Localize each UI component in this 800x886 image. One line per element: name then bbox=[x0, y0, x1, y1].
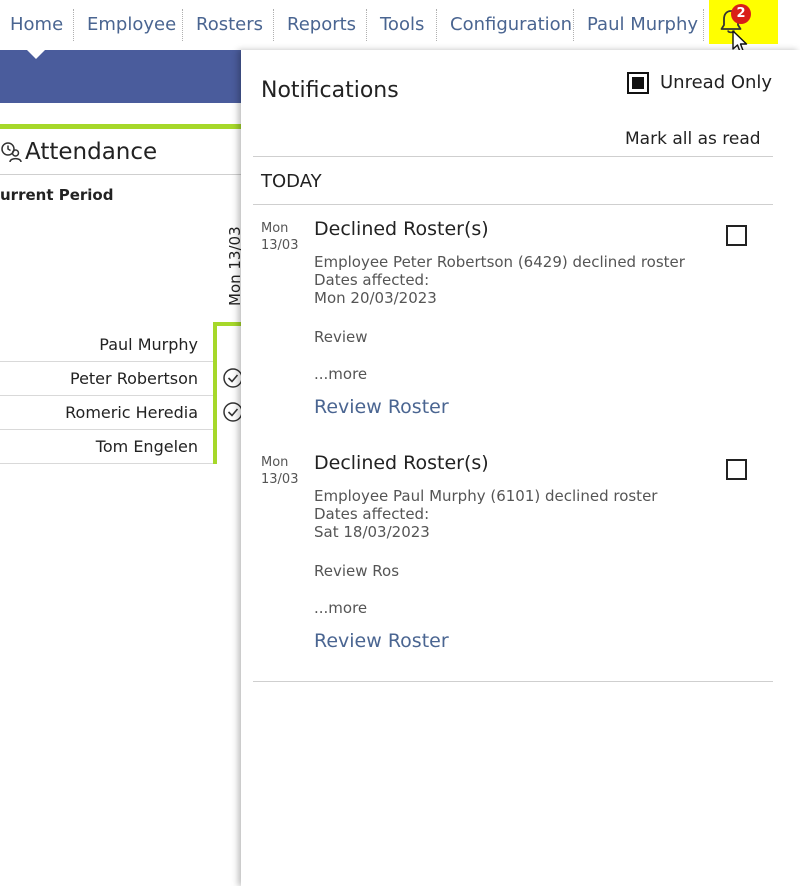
divider bbox=[253, 681, 773, 682]
notification-body: Employee Peter Robertson (6429) declined… bbox=[314, 253, 685, 307]
nav-tools[interactable]: Tools bbox=[380, 9, 424, 41]
attendance-divider bbox=[0, 174, 242, 175]
employee-row-romeric-heredia[interactable]: Romeric Heredia bbox=[0, 396, 213, 430]
attendance-title-text: Attendance bbox=[25, 139, 158, 165]
today-column-highlight bbox=[213, 322, 217, 464]
notification-day: Mon bbox=[261, 455, 289, 470]
notification-item: Mon 13/03 Declined Roster(s) Employee Pa… bbox=[241, 452, 800, 684]
nav-separator bbox=[73, 9, 74, 41]
attendance-person-icon bbox=[1, 142, 22, 163]
review-roster-link[interactable]: Review Roster bbox=[314, 630, 449, 652]
notification-review-text: Review bbox=[314, 328, 368, 346]
notifications-panel: Notifications Unread Only Mark all as re… bbox=[241, 50, 800, 886]
today-column-highlight-top bbox=[213, 322, 242, 326]
top-navigation: Home Employee Rosters Reports Tools Conf… bbox=[0, 0, 800, 54]
notification-review-text: Review Ros bbox=[314, 562, 400, 580]
unread-only-checkbox[interactable] bbox=[627, 72, 649, 94]
notification-line: Dates affected: bbox=[314, 271, 430, 289]
nav-separator bbox=[273, 9, 274, 41]
more-link[interactable]: ...more bbox=[314, 599, 367, 617]
notification-line: Sat 18/03/2023 bbox=[314, 523, 430, 541]
notification-line: Employee Paul Murphy (6101) declined ros… bbox=[314, 487, 658, 505]
review-roster-link[interactable]: Review Roster bbox=[314, 396, 449, 418]
notification-date: Mon 13/03 bbox=[261, 454, 298, 488]
notification-date: Mon 13/03 bbox=[261, 220, 298, 254]
nav-separator bbox=[366, 9, 367, 41]
nav-employee[interactable]: Employee bbox=[87, 9, 176, 41]
divider bbox=[253, 156, 773, 157]
active-nav-indicator bbox=[27, 50, 45, 59]
divider bbox=[253, 204, 773, 205]
notification-count-badge: 2 bbox=[731, 4, 751, 24]
nav-reports[interactable]: Reports bbox=[287, 9, 356, 41]
nav-home[interactable]: Home bbox=[10, 9, 63, 41]
employee-row-peter-robertson[interactable]: Peter Robertson bbox=[0, 362, 213, 396]
notification-item: Mon 13/03 Declined Roster(s) Employee Pe… bbox=[241, 218, 800, 450]
notifications-bell-button[interactable]: 2 bbox=[709, 0, 778, 54]
notification-date-value: 13/03 bbox=[261, 472, 299, 487]
group-label-today: TODAY bbox=[261, 171, 322, 192]
nav-separator bbox=[436, 9, 437, 41]
notification-line: Employee Peter Robertson (6429) declined… bbox=[314, 253, 685, 271]
notification-body: Employee Paul Murphy (6101) declined ros… bbox=[314, 487, 657, 541]
mark-all-as-read-link[interactable]: Mark all as read bbox=[625, 129, 761, 149]
employee-row-tom-engelen[interactable]: Tom Engelen bbox=[0, 430, 213, 464]
period-label: urrent Period bbox=[0, 186, 114, 204]
notification-date-value: 13/03 bbox=[261, 238, 299, 253]
notification-line: Dates affected: bbox=[314, 505, 430, 523]
attendance-title: Attendance bbox=[0, 137, 157, 167]
unread-only-label[interactable]: Unread Only bbox=[660, 72, 772, 93]
nav-user-paul-murphy[interactable]: Paul Murphy bbox=[587, 9, 698, 41]
nav-separator bbox=[573, 9, 574, 41]
more-link[interactable]: ...more bbox=[314, 365, 367, 383]
notification-title: Declined Roster(s) bbox=[314, 218, 489, 240]
notification-line: Mon 20/03/2023 bbox=[314, 289, 437, 307]
nav-rosters[interactable]: Rosters bbox=[196, 9, 263, 41]
notification-day: Mon bbox=[261, 221, 289, 236]
notification-title: Declined Roster(s) bbox=[314, 452, 489, 474]
attendance-accent-line bbox=[0, 124, 242, 129]
nav-separator bbox=[703, 9, 704, 41]
mark-read-checkbox[interactable] bbox=[726, 225, 747, 246]
employee-row-paul-murphy[interactable]: Paul Murphy bbox=[0, 328, 213, 362]
mark-read-checkbox[interactable] bbox=[726, 459, 747, 480]
notifications-title: Notifications bbox=[261, 78, 399, 103]
nav-separator bbox=[182, 9, 183, 41]
nav-configuration[interactable]: Configuration bbox=[450, 9, 572, 41]
